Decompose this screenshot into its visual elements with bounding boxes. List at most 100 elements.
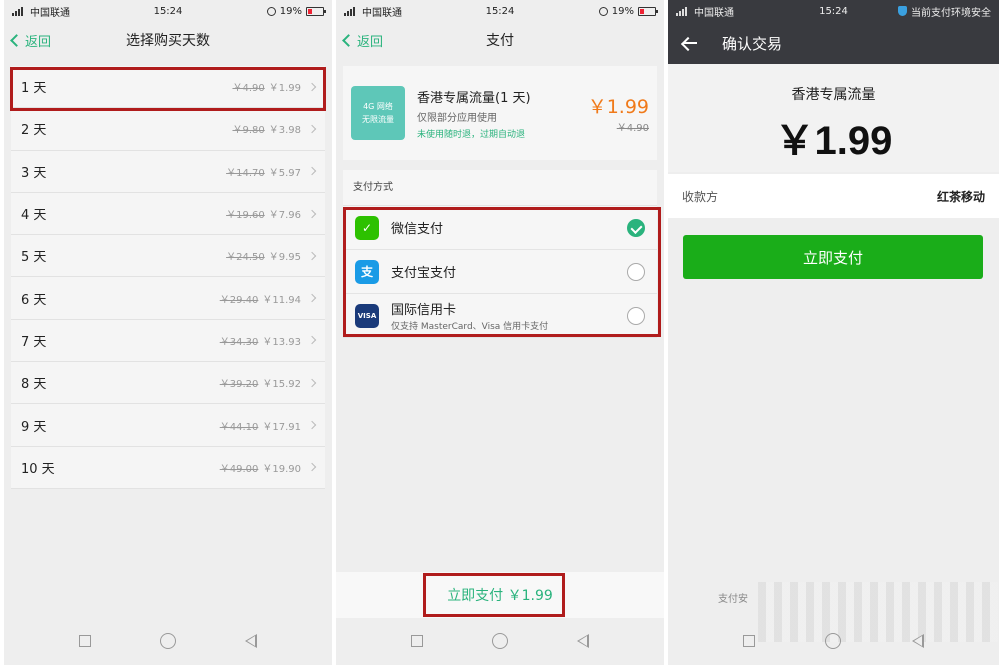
payment-methods: 支付方式 ✓ 微信支付支支付宝支付 VISA 国际信用卡 仅支持 MasterCard、… [343, 170, 657, 338]
alipay-icon: 支 [355, 259, 379, 284]
payee-value: 红茶移动 [936, 189, 985, 204]
payment-method-row[interactable]: 支支付宝支付 [343, 250, 657, 294]
recent-apps-icon[interactable] [743, 635, 756, 647]
recent-apps-icon[interactable] [78, 635, 91, 647]
day-option-old-price: ￥19.60 [226, 210, 265, 222]
signal-icon [676, 6, 690, 16]
radio-unchecked-icon[interactable] [627, 262, 645, 281]
day-option-row[interactable]: 9 天 ￥44.10 ￥17.91 [11, 404, 325, 447]
product-subtitle: 仅限部分应用使用 [417, 112, 497, 124]
back-arrow-icon[interactable] [682, 35, 698, 51]
chevron-right-icon [307, 251, 317, 261]
refund-note: 未使用随时退，过期自动退 [417, 129, 526, 140]
day-option-row[interactable]: 10 天 ￥49.00 ￥19.90 [11, 446, 325, 489]
back-triangle-icon[interactable] [245, 634, 258, 648]
day-option-row[interactable]: 6 天 ￥29.40 ￥11.94 [11, 277, 325, 320]
status-bar: 中国联通 15:24 19% [4, 0, 332, 22]
chevron-right-icon [307, 82, 317, 91]
radio-checked-icon[interactable] [627, 218, 645, 237]
day-option-old-price: ￥24.50 [226, 252, 265, 264]
nav-bar: 返回 选择购买天数 [4, 22, 332, 58]
alarm-icon [598, 6, 608, 16]
radio-unchecked-icon[interactable] [627, 306, 645, 325]
status-bar: 中国联通 15:24 当前支付环境安全 [668, 0, 999, 22]
payment-methods-title: 支付方式 [343, 170, 657, 206]
secure-environment-text: 当前支付环境安全 [911, 7, 991, 19]
product-price: ￥1.99 [587, 96, 649, 118]
back-button[interactable]: 返回 [10, 22, 52, 58]
nav-bar: 确认交易 [668, 22, 999, 64]
day-option-price: ￥1.99 [268, 83, 301, 95]
carrier-name: 中国联通 [30, 7, 70, 19]
day-option-price: ￥5.97 [268, 167, 301, 179]
payment-method-name: 微信支付 [391, 222, 444, 237]
day-option-label: 8 天 [21, 377, 47, 393]
day-option-label: 3 天 [21, 165, 47, 181]
back-triangle-icon[interactable] [911, 634, 924, 648]
day-option-row[interactable]: 1 天 ￥4.90 ￥1.99 [11, 66, 325, 109]
page-title: 选择购买天数 [126, 33, 210, 49]
day-option-price: ￥13.93 [262, 336, 301, 348]
home-icon[interactable] [159, 633, 176, 649]
day-option-row[interactable]: 2 天 ￥9.80 ￥3.98 [11, 108, 325, 151]
day-option-label: 1 天 [21, 81, 47, 97]
home-icon[interactable] [825, 633, 842, 649]
pay-now-button[interactable]: 立即支付 [683, 235, 983, 279]
day-option-row[interactable]: 7 天 ￥34.30 ￥13.93 [11, 319, 325, 363]
footer-note: 支付安 [718, 594, 748, 605]
chevron-right-icon [307, 336, 317, 345]
recent-apps-icon[interactable] [410, 635, 423, 647]
product-icon: 4G 网络 无限流量 [351, 86, 405, 140]
carrier-name: 中国联通 [362, 7, 402, 19]
day-option-price: ￥17.91 [262, 421, 301, 433]
home-icon[interactable] [491, 633, 508, 649]
chevron-right-icon [307, 209, 317, 218]
product-name: 香港专属流量 [791, 87, 876, 103]
chevron-right-icon [307, 293, 317, 303]
day-option-old-price: ￥9.80 [232, 125, 265, 137]
back-label: 返回 [357, 34, 384, 50]
day-option-price: ￥15.92 [262, 379, 301, 391]
amount: ￥1.99 [774, 119, 893, 163]
day-option-label: 7 天 [21, 334, 47, 350]
signal-icon [12, 6, 26, 16]
payment-method-row[interactable]: ✓ 微信支付 [343, 206, 657, 250]
status-bar: 中国联通 15:24 19% [336, 0, 664, 22]
day-option-old-price: ￥39.20 [219, 379, 259, 391]
day-option-price: ￥11.94 [262, 294, 301, 306]
confirm-transaction-screen: 中国联通 15:24 当前支付环境安全 确认交易 香港专属流量 ￥1.99 收款… [668, 0, 999, 665]
day-option-price: ￥7.96 [268, 210, 301, 222]
day-option-old-price: ￥4.90 [232, 83, 265, 95]
chevron-left-icon [10, 33, 23, 47]
battery-icon [306, 6, 326, 16]
battery-icon [638, 6, 658, 16]
pay-now-button[interactable]: 立即支付 ￥1.99 [336, 572, 664, 618]
day-option-old-price: ￥49.00 [219, 463, 259, 475]
product-name: 香港专属流量(1 天) [417, 90, 531, 106]
day-option-label: 9 天 [21, 419, 47, 435]
visa-icon: VISA [355, 303, 379, 328]
nav-bar: 返回 支付 [336, 22, 664, 58]
payment-screen: 中国联通 15:24 19% 返回 支付 4G 网络 无限流量 香港专属流量(1… [336, 0, 664, 665]
day-option-price: ￥19.90 [262, 463, 301, 475]
battery-percent: 19% [279, 5, 302, 17]
day-option-price: ￥9.95 [268, 252, 301, 264]
back-button[interactable]: 返回 [342, 22, 384, 58]
chevron-left-icon [342, 33, 355, 47]
day-option-row[interactable]: 3 天 ￥14.70 ￥5.97 [11, 150, 325, 193]
day-option-row[interactable]: 5 天 ￥24.50 ￥9.95 [11, 235, 325, 278]
day-option-row[interactable]: 8 天 ￥39.20 ￥15.92 [11, 362, 325, 405]
back-label: 返回 [25, 34, 52, 50]
day-option-row[interactable]: 4 天 ￥19.60 ￥7.96 [11, 192, 325, 236]
back-triangle-icon[interactable] [577, 634, 590, 648]
day-option-price: ￥3.98 [268, 125, 301, 137]
day-option-old-price: ￥44.10 [219, 421, 259, 433]
day-selection-screen: 中国联通 15:24 19% 返回 选择购买天数 1 天 ￥4.90 ￥1.99 2 … [4, 0, 332, 665]
chevron-right-icon [307, 463, 317, 472]
product-icon-line1: 4G 网络 [363, 102, 393, 111]
day-option-label: 6 天 [21, 292, 47, 308]
payment-method-name: 国际信用卡 [391, 303, 457, 318]
shield-icon [898, 6, 907, 16]
payment-method-row[interactable]: VISA 国际信用卡 仅支持 MasterCard、Visa 信用卡支付 [343, 294, 657, 338]
chevron-right-icon [307, 124, 317, 134]
